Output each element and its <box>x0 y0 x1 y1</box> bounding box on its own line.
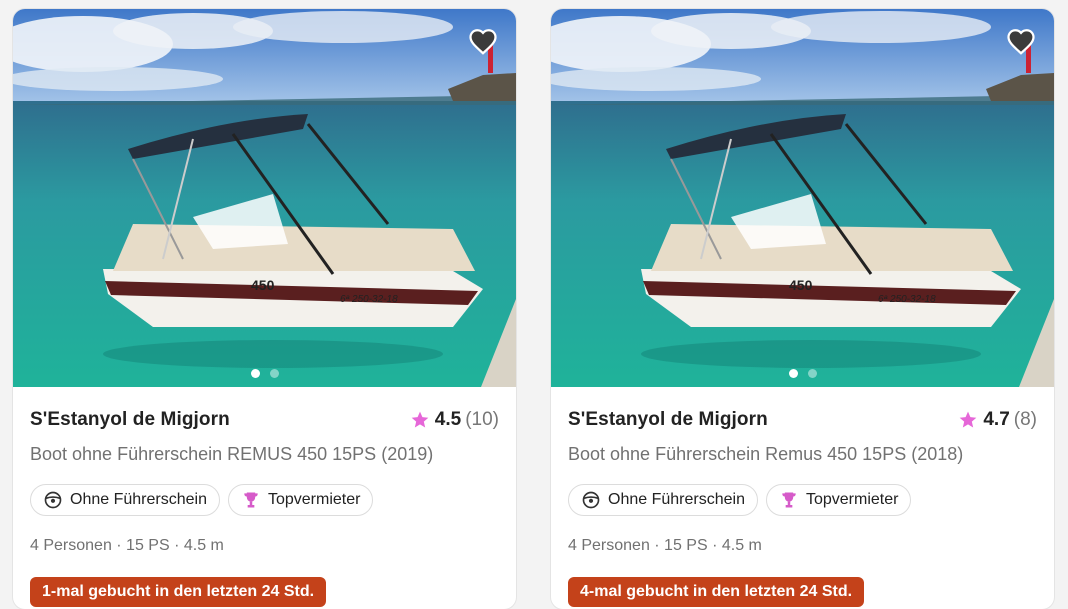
listing-specs: 4 Personen · 15 PS · 4.5 m <box>568 537 762 554</box>
listing-card[interactable]: 450 6ª 250-32-18 S'Estanyol de Migjorn 4… <box>13 9 516 609</box>
boat-model-text: 450 <box>251 277 275 293</box>
listing-subtitle: Boot ohne Führerschein Remus 450 15PS (2… <box>568 444 964 464</box>
carousel-dot[interactable] <box>269 369 279 378</box>
tag-label: Topvermieter <box>267 491 361 508</box>
listing-location: S'Estanyol de Migjorn <box>30 409 230 430</box>
rating-score: 4.7 <box>983 409 1010 430</box>
trophy-icon <box>782 492 796 508</box>
listing-subtitle: Boot ohne Führerschein REMUS 450 15PS (2… <box>30 444 434 464</box>
rating-score: 4.5 <box>434 409 462 430</box>
rating-count: (8) <box>1013 409 1037 430</box>
listing-specs: 4 Personen · 15 PS · 4.5 m <box>30 537 224 554</box>
listing-card[interactable]: 450 6ª 250-32-18 S'Estanyol de Migjorn 4… <box>551 9 1054 609</box>
carousel-dot[interactable] <box>807 369 817 378</box>
boat-model-text: 450 <box>789 277 813 293</box>
carousel-dots <box>551 365 1054 383</box>
tag-top-host[interactable]: Topvermieter <box>227 484 374 516</box>
steering-wheel-icon <box>44 491 62 509</box>
tag-no-license[interactable]: Ohne Führerschein <box>30 484 220 516</box>
boat-registration-text: 6ª 250-32-18 <box>878 294 936 305</box>
listing-rating: 4.5 (10) <box>410 409 499 431</box>
carousel-dots <box>13 365 516 383</box>
booking-badge: 4-mal gebucht in den letzten 24 Std. <box>568 577 865 607</box>
tag-label: Ohne Führerschein <box>608 491 745 508</box>
listing-photo[interactable]: 450 6ª 250-32-18 <box>551 9 1054 387</box>
tag-top-host[interactable]: Topvermieter <box>765 484 912 516</box>
rating-count: (10) <box>465 409 499 430</box>
heart-icon[interactable] <box>1006 27 1036 57</box>
star-icon <box>960 411 977 428</box>
booking-badge: 1-mal gebucht in den letzten 24 Std. <box>30 577 327 607</box>
carousel-dot[interactable] <box>788 369 798 378</box>
listing-rating: 4.7 (8) <box>958 409 1037 431</box>
tag-no-license[interactable]: Ohne Führerschein <box>568 484 758 516</box>
tag-label: Topvermieter <box>805 491 899 508</box>
heart-icon[interactable] <box>468 27 498 57</box>
boat-registration-text: 6ª 250-32-18 <box>340 294 398 305</box>
carousel-dot[interactable] <box>250 369 260 378</box>
tag-label: Ohne Führerschein <box>70 491 207 508</box>
steering-wheel-icon <box>582 491 600 509</box>
listing-location: S'Estanyol de Migjorn <box>568 409 768 430</box>
listing-photo[interactable]: 450 6ª 250-32-18 <box>13 9 516 387</box>
star-icon <box>411 411 429 428</box>
trophy-icon <box>244 492 258 508</box>
